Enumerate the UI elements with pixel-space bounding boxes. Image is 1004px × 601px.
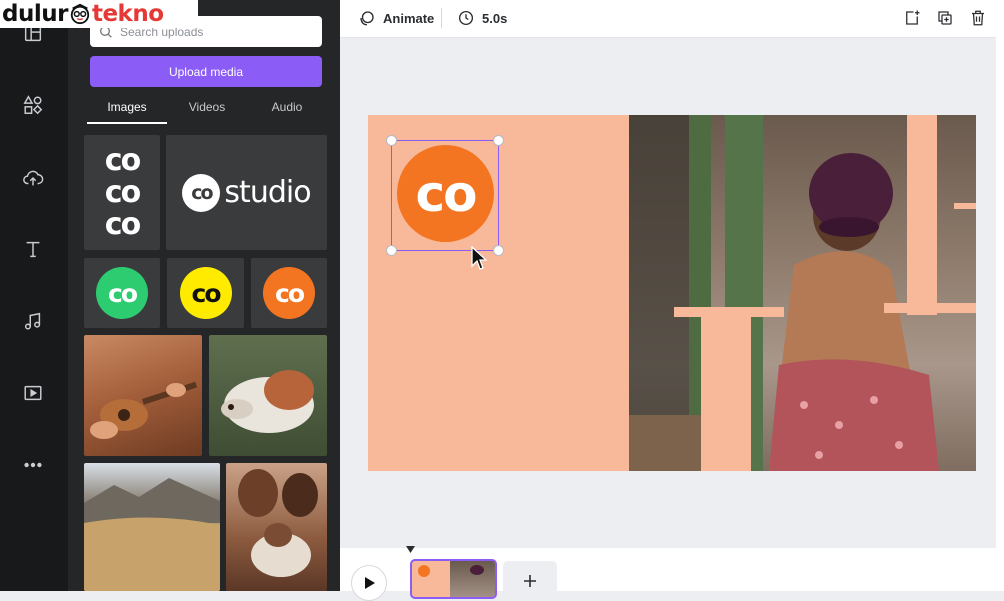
studio-logo-text: studio: [224, 175, 311, 210]
animate-button[interactable]: Animate: [358, 0, 434, 36]
desert-landscape-photo[interactable]: [84, 463, 220, 591]
watermark-part2: tekno: [91, 1, 164, 27]
more-icon[interactable]: [20, 452, 46, 478]
resize-handle-bottom-right[interactable]: [493, 245, 504, 256]
ukulele-player-photo[interactable]: [84, 335, 202, 456]
audio-icon[interactable]: [20, 308, 46, 334]
videos-icon[interactable]: [20, 380, 46, 406]
plus-icon: [524, 575, 536, 587]
uploads-icon[interactable]: [20, 165, 46, 191]
yellow-logo-mark: co: [191, 278, 222, 308]
watermark-face-icon: [70, 3, 90, 25]
tab-videos[interactable]: Videos: [167, 100, 247, 122]
watermark-logo: dulur tekno: [0, 0, 198, 28]
resize-handle-bottom-left[interactable]: [386, 245, 397, 256]
page-thumbnail[interactable]: [410, 559, 497, 599]
upload-media-button[interactable]: Upload media: [90, 56, 322, 87]
family-baby-photo[interactable]: [226, 463, 327, 591]
studio-logo-mark: co: [191, 181, 213, 204]
yellow-logo-tile[interactable]: co: [167, 258, 244, 328]
play-icon: [365, 577, 375, 589]
green-logo-tile[interactable]: co: [84, 258, 160, 328]
dog-photo[interactable]: [209, 335, 327, 456]
elements-icon[interactable]: [20, 92, 46, 118]
add-page-button[interactable]: [901, 7, 923, 29]
duration-label: 5.0s: [482, 10, 508, 26]
trash-icon: [972, 10, 984, 26]
left-rail: [0, 0, 68, 591]
play-button[interactable]: [351, 565, 387, 601]
orange-logo-mark: co: [275, 278, 305, 308]
mouse-cursor-icon: [471, 246, 488, 270]
selection-box[interactable]: [386, 135, 504, 256]
thumbnail-photo: [450, 561, 495, 597]
studio-logo-circle: co: [182, 173, 221, 212]
stacked-logo-line: co: [104, 206, 141, 242]
resize-handle-top-left[interactable]: [386, 135, 397, 146]
add-page-timeline-button[interactable]: [503, 561, 557, 601]
playhead-marker-icon[interactable]: [406, 546, 415, 553]
thumbnail-logo: [418, 565, 430, 577]
animate-label: Animate: [383, 10, 435, 26]
stacked-logo-line: co: [104, 142, 141, 178]
green-logo-mark: co: [108, 278, 138, 308]
stacked-logo-line: co: [104, 174, 141, 210]
stacked-logo-tile[interactable]: co co co: [84, 135, 160, 250]
timeline-bar: [340, 546, 1004, 601]
delete-page-button[interactable]: [967, 7, 989, 29]
toolbar-divider: [441, 8, 442, 28]
top-toolbar: Animate 5.0s: [340, 0, 996, 38]
add-page-icon: [906, 10, 920, 25]
tab-images[interactable]: Images: [87, 100, 167, 124]
woman-in-hat-photo[interactable]: [629, 115, 976, 471]
uploads-panel: Upload media Images Videos Audio co co c…: [68, 0, 340, 591]
thumbnail-hat: [470, 565, 484, 575]
orange-logo-tile[interactable]: co: [251, 258, 327, 328]
duplicate-icon: [938, 11, 952, 25]
duration-button[interactable]: 5.0s: [457, 0, 507, 36]
clock-icon: [458, 10, 474, 26]
resize-handle-top-right[interactable]: [493, 135, 504, 146]
studio-logo-tile[interactable]: co studio: [166, 135, 327, 250]
right-edge: [996, 0, 1004, 548]
text-icon[interactable]: [20, 236, 46, 262]
animate-icon: [360, 11, 374, 26]
tab-audio[interactable]: Audio: [247, 100, 327, 122]
watermark-part1: dulur: [2, 1, 68, 27]
duplicate-page-button[interactable]: [934, 7, 956, 29]
